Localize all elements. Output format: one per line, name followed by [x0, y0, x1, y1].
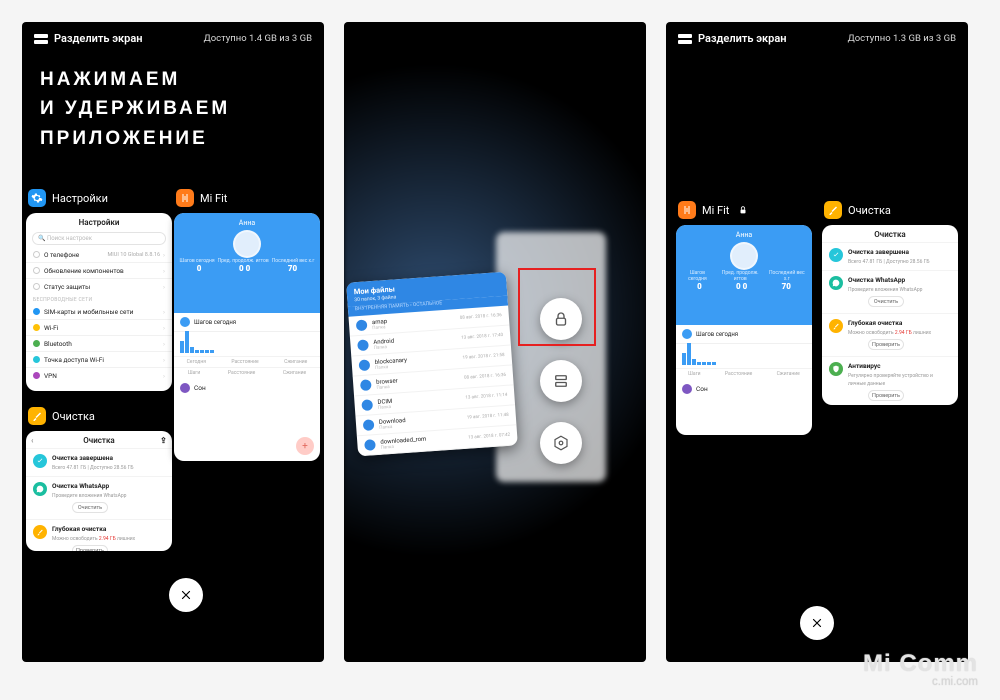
memory-status: Доступно 1.4 GB из 3 GB [204, 33, 312, 44]
settings-icon [28, 189, 46, 207]
clear-all-button[interactable] [169, 578, 203, 612]
lock-icon [738, 205, 748, 215]
app-card-header-cleaner[interactable]: Очистка [26, 405, 172, 431]
cleaner-items-3: Очистка завершенаВсего 47.81 ГБ | Доступ… [822, 242, 958, 405]
app-card-header-settings[interactable]: Настройки [26, 187, 172, 213]
split-screen-button[interactable]: Разделить экран [54, 32, 142, 45]
memory-status: Доступно 1.3 GB из 3 GB [848, 33, 956, 44]
screenshot-3-recents-locked: Разделить экран Доступно 1.3 GB из 3 GB … [666, 22, 968, 662]
avatar [730, 242, 758, 270]
share-icon: ⇪ [160, 436, 167, 443]
settings-rows2: SIM-карты и мобильные сети›Wi-Fi›Bluetoo… [26, 304, 172, 383]
clear-all-button[interactable] [800, 606, 834, 640]
mifit-fab[interactable]: + [296, 437, 314, 455]
steps-bar-chart [174, 332, 320, 356]
mifit-icon [678, 201, 696, 219]
watermark: Mi Comm c.mi.com [863, 652, 978, 688]
screenshot-2-longpress-menu: Мои файлы30 папок, 3 файла ВНУТРЕННЯЯ ПА… [344, 22, 646, 662]
instruction-headline: НАЖИМАЕМ И УДЕРЖИВАЕМ ПРИЛОЖЕНИЕ [22, 57, 324, 187]
action-split-button[interactable] [540, 360, 582, 402]
settings-preview-card[interactable]: Настройки 🔍 Поиск настроек О телефонеMIU… [26, 213, 172, 391]
split-screen-icon [34, 34, 48, 44]
files-rows: amapПапка08 авг. 2018 г. 16:36AndroidПап… [348, 306, 517, 457]
recents-topbar: Разделить экран Доступно 1.3 GB из 3 GB [666, 22, 968, 57]
action-info-button[interactable] [540, 422, 582, 464]
settings-rows: О телефонеMIUI 10 Global 8.8.16›Обновлен… [26, 247, 172, 294]
mifit-icon [176, 189, 194, 207]
mifit-preview-card-1[interactable]: Анна Шагов сегодня Пред. продолж. игтов … [174, 213, 320, 461]
split-screen-icon [678, 34, 692, 44]
split-screen-button[interactable]: Разделить экран [698, 32, 786, 45]
mifit-preview-card-3[interactable]: Анна Шагов сегодня Пред. продолж. игтов … [676, 225, 812, 435]
screenshot-1-recents: Разделить экран Доступно 1.4 GB из 3 GB … [22, 22, 324, 662]
sleep-icon [180, 383, 190, 393]
app-card-header-mifit-locked[interactable]: Mi Fit [676, 199, 812, 225]
settings-search: 🔍 Поиск настроек [32, 232, 166, 245]
highlight-box [518, 268, 596, 346]
cleaner-preview-card-3[interactable]: Очистка Очистка завершенаВсего 47.81 ГБ … [822, 225, 958, 405]
brush-icon [824, 201, 842, 219]
cleaner-preview-card-1[interactable]: ‹Очистка⇪ Очистка завершенаВсего 47.81 Г… [26, 431, 172, 551]
recents-topbar: Разделить экран Доступно 1.4 GB из 3 GB [22, 22, 324, 57]
app-card-header-cleaner[interactable]: Очистка [822, 199, 958, 225]
files-preview-card[interactable]: Мои файлы30 папок, 3 файла ВНУТРЕННЯЯ ПА… [346, 272, 518, 457]
steps-icon [180, 317, 190, 327]
avatar [233, 230, 261, 258]
app-card-header-mifit[interactable]: Mi Fit [174, 187, 320, 213]
brush-icon [28, 407, 46, 425]
cleaner-items-1: Очистка завершенаВсего 47.81 ГБ | Доступ… [26, 448, 172, 551]
back-icon: ‹ [31, 436, 33, 445]
